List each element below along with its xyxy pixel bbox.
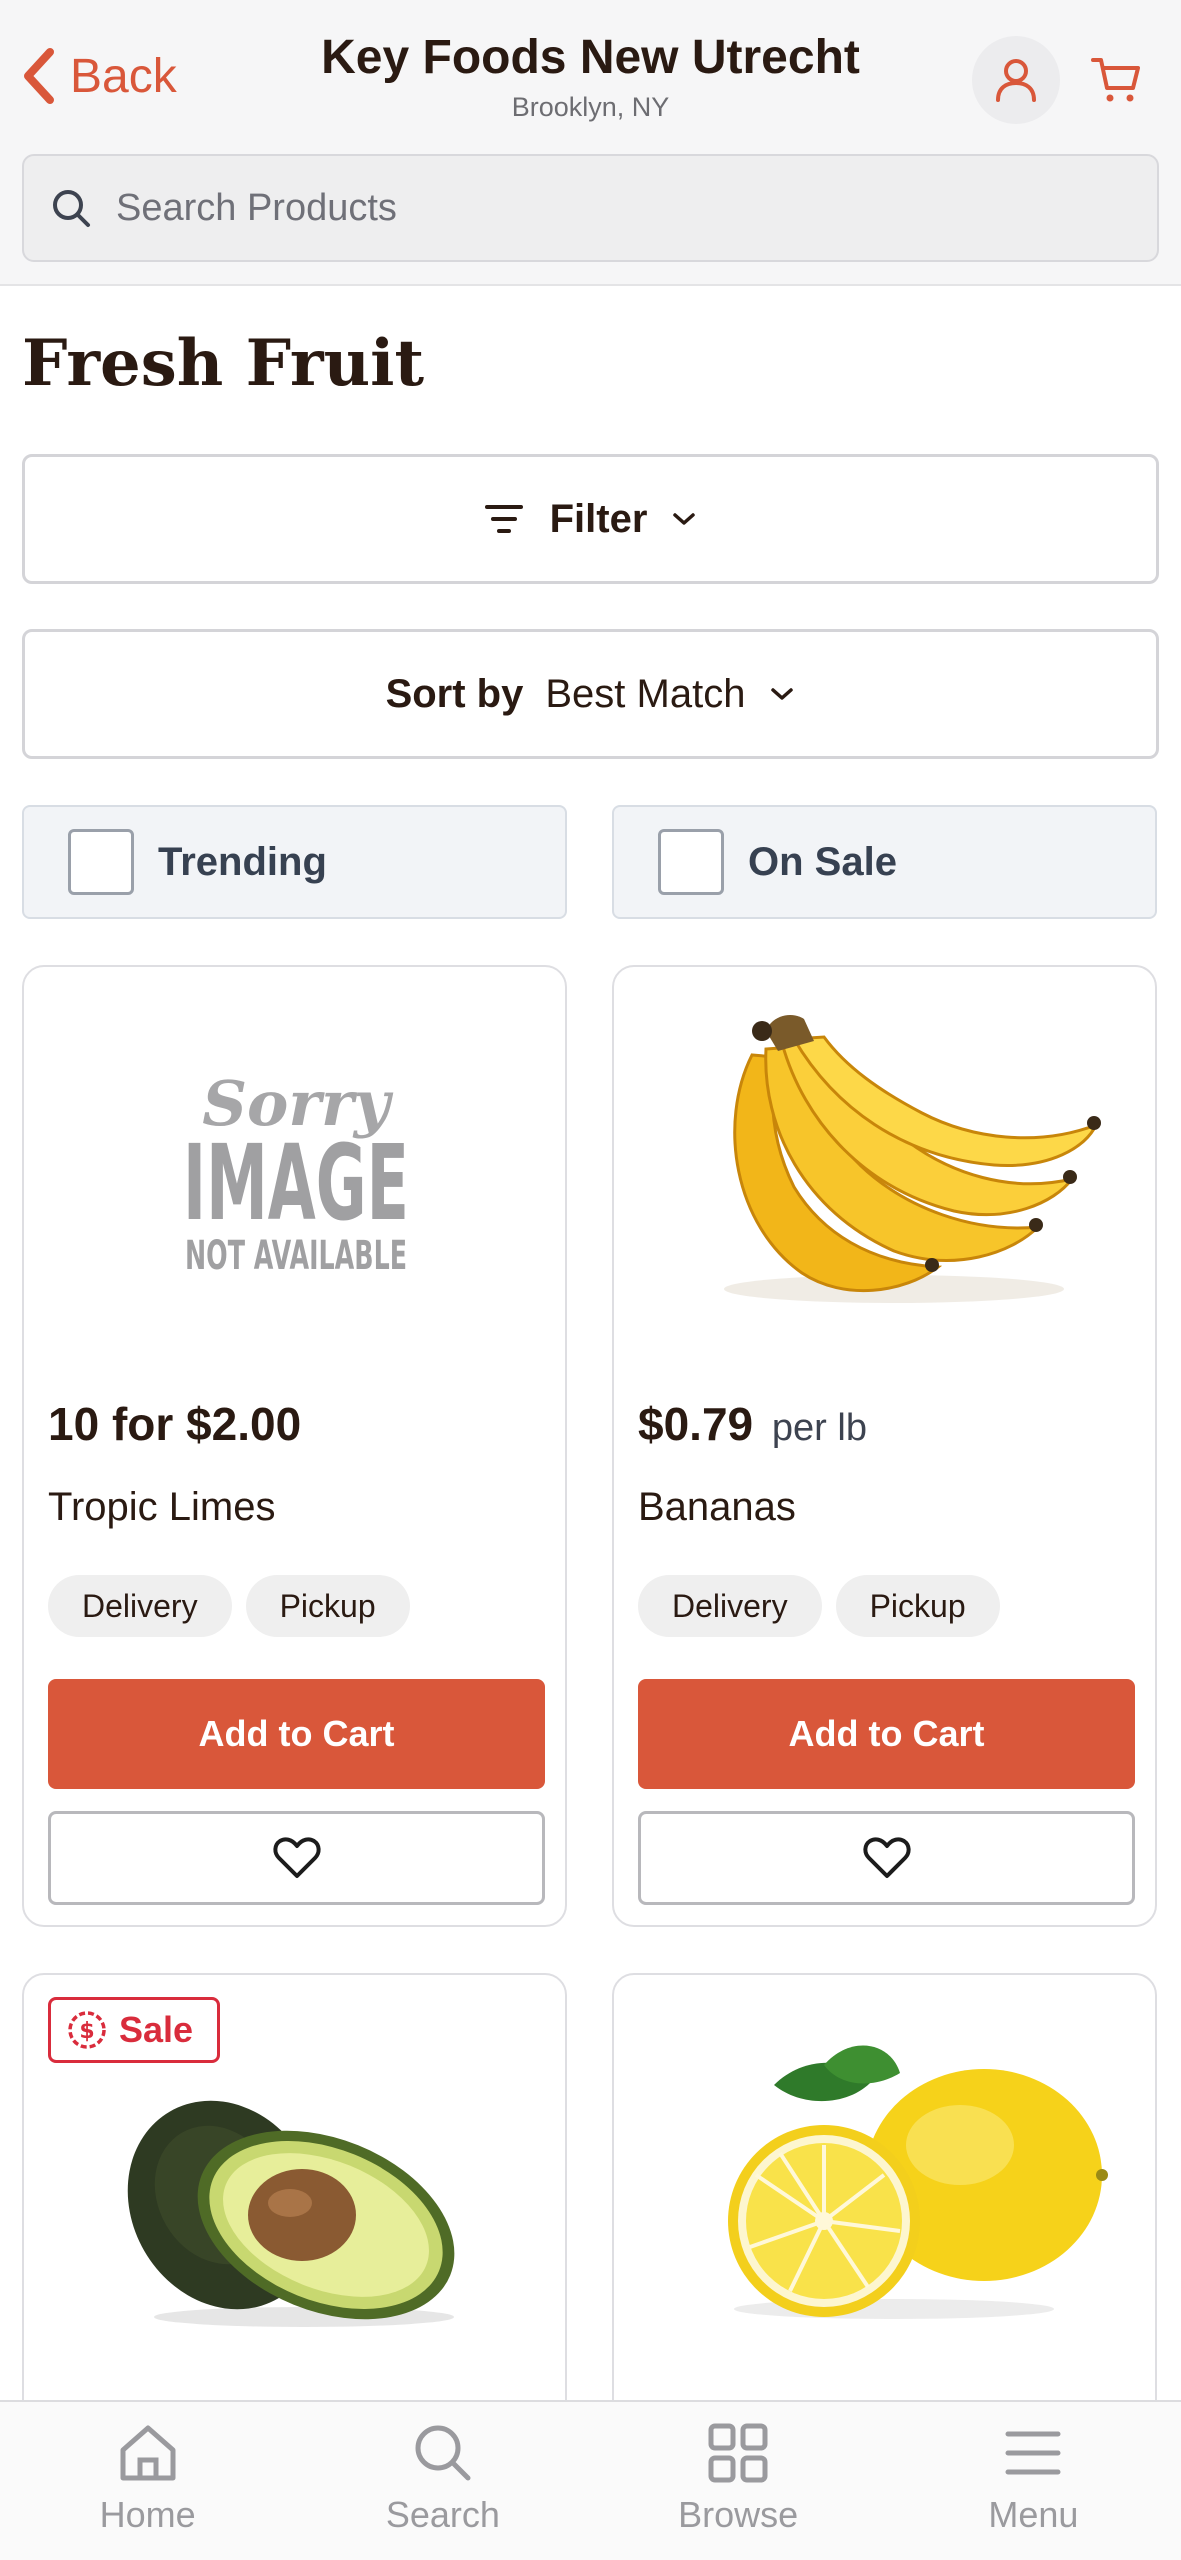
menu-icon [1005, 2431, 1061, 2475]
product-card[interactable]: $0.79 per lb Bananas Delivery Pickup Add… [612, 965, 1157, 1927]
sort-value: Best Match [545, 671, 746, 716]
person-icon [996, 59, 1036, 102]
sort-dropdown[interactable]: Sort by Best Match [22, 629, 1159, 759]
price-value: 10 for $2.00 [48, 1398, 302, 1450]
product-price: $0.79 per lb [638, 1397, 867, 1451]
filter-icon [484, 505, 523, 533]
delivery-tag: Delivery [48, 1575, 232, 1637]
pickup-tag: Pickup [835, 1575, 1000, 1637]
avocado-image [127, 2100, 455, 2327]
search-bar[interactable] [22, 154, 1159, 262]
product-image [654, 2015, 1119, 2335]
lemon-image [728, 2045, 1108, 2319]
nav-browse[interactable]: Browse [591, 2402, 886, 2560]
nav-menu-label: Menu [988, 2494, 1079, 2535]
fulfillment-tags: Delivery Pickup [48, 1575, 410, 1637]
favorite-button[interactable] [638, 1811, 1135, 1905]
cart-button[interactable] [1072, 36, 1160, 124]
price-unit: per lb [771, 1407, 867, 1449]
filter-label: Filter [549, 496, 648, 541]
chevron-left-icon [24, 48, 54, 104]
banana-image [724, 1015, 1101, 1303]
back-label: Back [70, 49, 177, 103]
heart-icon [862, 1837, 911, 1878]
on-sale-checkbox[interactable] [658, 829, 724, 895]
trending-toggle[interactable]: Trending [22, 805, 567, 919]
product-price: 10 for $2.00 [48, 1397, 301, 1451]
chevron-down-icon [771, 688, 794, 700]
nav-home-label: Home [99, 2494, 196, 2535]
nav-search[interactable]: Search [295, 2402, 590, 2560]
pickup-tag: Pickup [245, 1575, 410, 1637]
fulfillment-tags: Delivery Pickup [638, 1575, 1000, 1637]
on-sale-toggle[interactable]: On Sale [612, 805, 1157, 919]
product-image [654, 997, 1119, 1317]
page-title: Fresh Fruit [22, 326, 425, 401]
dollar-badge-icon: $ [68, 2011, 106, 2049]
trending-label: Trending [158, 839, 327, 884]
svg-text:IMAGE: IMAGE [183, 1122, 409, 1244]
bottom-nav: Home Search Browse Menu [0, 2400, 1181, 2560]
home-icon [120, 2425, 176, 2481]
filter-button[interactable]: Filter [22, 454, 1159, 584]
heart-icon [272, 1837, 321, 1878]
favorite-button[interactable] [48, 1811, 545, 1905]
product-card[interactable] [612, 1973, 1157, 2453]
sale-label: Sale [119, 2009, 194, 2050]
sort-label: Sort by [385, 671, 524, 716]
nav-browse-label: Browse [678, 2494, 799, 2535]
cart-icon [1091, 58, 1140, 102]
add-to-cart-button[interactable]: Add to Cart [48, 1679, 545, 1789]
account-button[interactable] [972, 36, 1060, 124]
app-header: Back Key Foods New Utrecht Brooklyn, NY [0, 0, 1181, 286]
on-sale-label: On Sale [748, 839, 897, 884]
search-input[interactable] [116, 186, 1016, 230]
svg-text:NOT AVAILABLE: NOT AVAILABLE [185, 1233, 407, 1279]
product-name[interactable]: Bananas [638, 1485, 796, 1530]
product-name[interactable]: Tropic Limes [48, 1485, 275, 1530]
price-value: $0.79 [638, 1398, 754, 1450]
search-icon [415, 2425, 471, 2481]
product-card[interactable]: $ Sale [22, 1973, 567, 2453]
sale-badge: $ Sale [48, 1997, 221, 2063]
nav-home[interactable]: Home [0, 2402, 295, 2560]
add-to-cart-button[interactable]: Add to Cart [638, 1679, 1135, 1789]
nav-menu[interactable]: Menu [886, 2402, 1181, 2560]
svg-text:$: $ [79, 2019, 94, 2044]
nav-search-label: Search [385, 2494, 500, 2535]
product-image [64, 2035, 529, 2355]
image-not-available: Sorry IMAGE NOT AVAILABLE [183, 1067, 409, 1279]
back-button[interactable]: Back [20, 44, 177, 108]
delivery-tag: Delivery [638, 1575, 822, 1637]
search-icon [53, 190, 90, 227]
product-image-placeholder: Sorry IMAGE NOT AVAILABLE [64, 997, 529, 1317]
product-card[interactable]: Sorry IMAGE NOT AVAILABLE 10 for $2.00 T… [22, 965, 567, 1927]
chevron-down-icon [673, 513, 696, 525]
grid-icon [708, 2423, 768, 2483]
trending-checkbox[interactable] [68, 829, 134, 895]
